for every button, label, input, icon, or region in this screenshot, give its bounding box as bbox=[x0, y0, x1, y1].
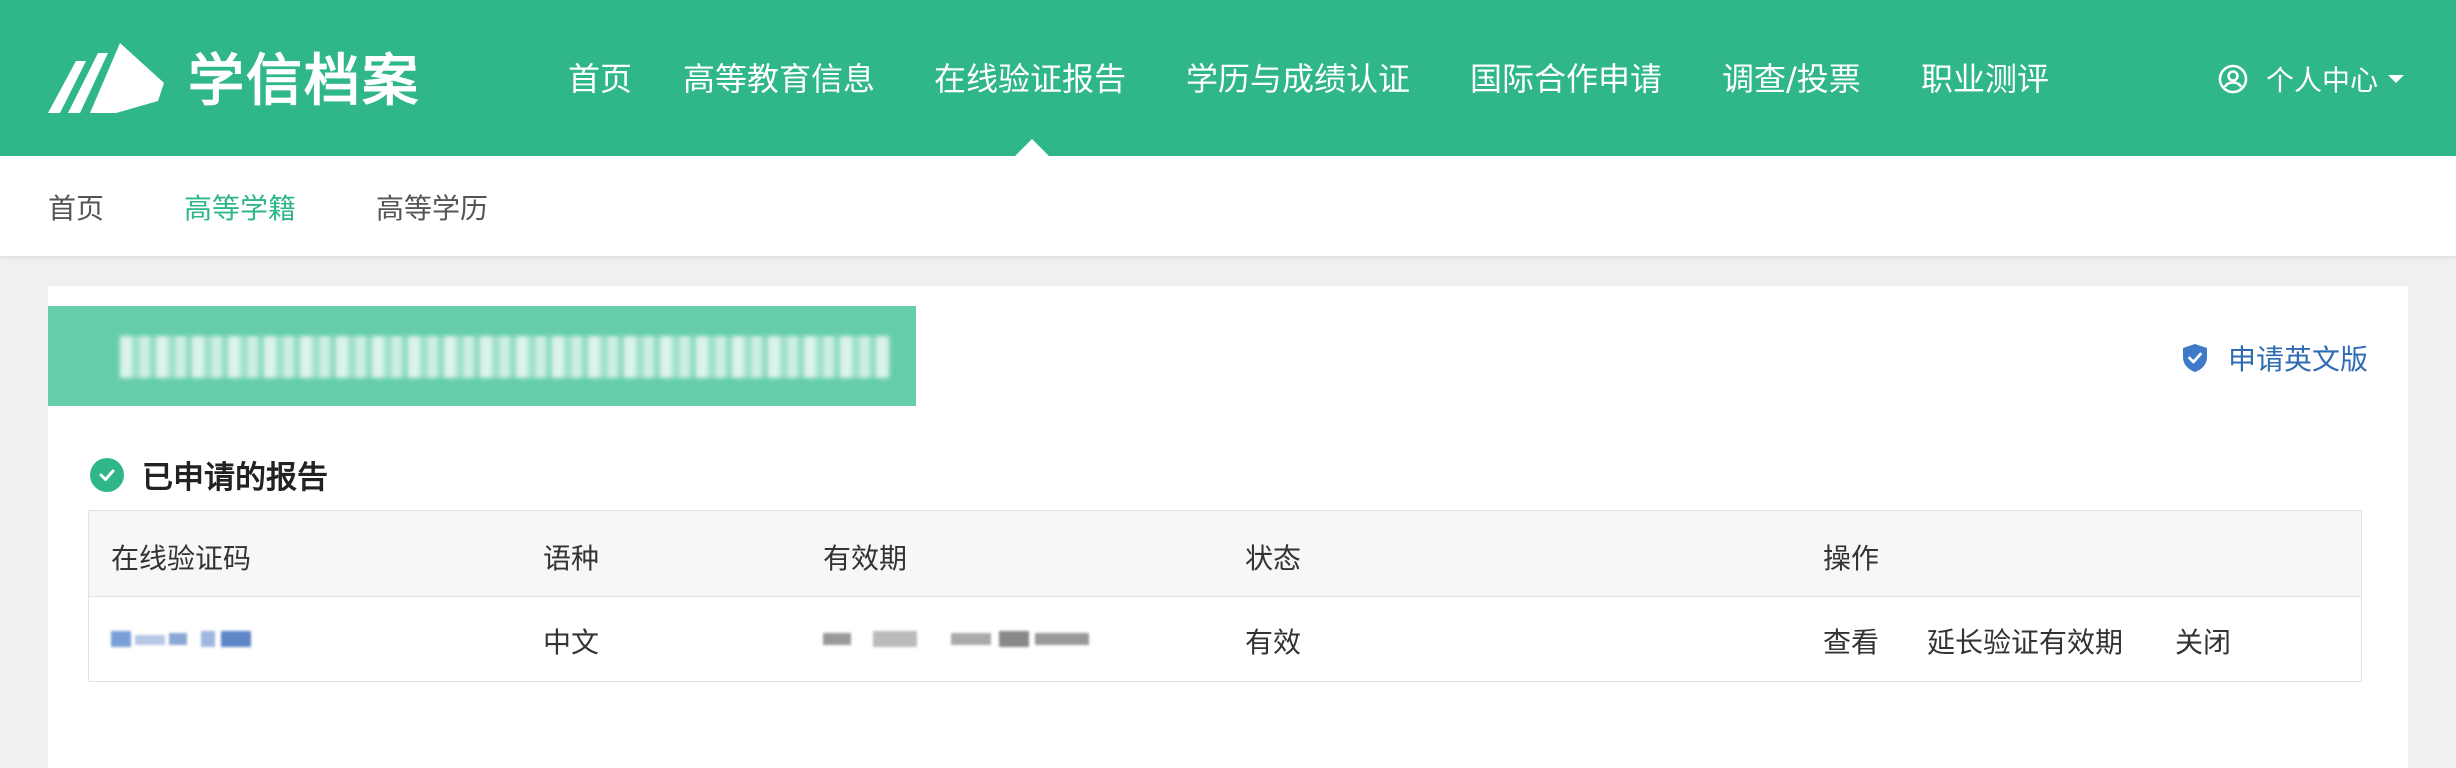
header-actions: 操作 bbox=[1823, 542, 1880, 575]
apply-english-button[interactable]: 申请英文版 bbox=[2182, 338, 2368, 378]
shield-check-icon bbox=[2182, 344, 2207, 372]
top-navbar: 学信档案 首页 高等教育信息 在线验证报告 学历与成绩认证 国际合作申请 调查/… bbox=[0, 0, 2456, 156]
user-info-banner bbox=[48, 306, 916, 406]
close-link[interactable]: 关闭 bbox=[2175, 621, 2231, 661]
redacted-verification-code bbox=[111, 629, 261, 649]
cell-status: 有效 bbox=[1245, 626, 1302, 659]
subnav-item-higher-enrollment[interactable]: 高等学籍 bbox=[184, 187, 296, 227]
header-validity-period: 有效期 bbox=[823, 542, 908, 575]
subnav-item-home[interactable]: 首页 bbox=[48, 187, 104, 227]
subnav-item-higher-degree[interactable]: 高等学历 bbox=[376, 187, 488, 227]
user-icon bbox=[2218, 64, 2248, 94]
header-status: 状态 bbox=[1245, 542, 1302, 575]
nav-item-degree-transcript-certification[interactable]: 学历与成绩认证 bbox=[1186, 54, 1410, 100]
nav-item-career-assessment[interactable]: 职业测评 bbox=[1921, 54, 2049, 100]
cell-language: 中文 bbox=[543, 626, 600, 659]
nav-item-survey-vote[interactable]: 调查/投票 bbox=[1722, 54, 1861, 100]
logo[interactable]: 学信档案 bbox=[46, 36, 420, 116]
extend-validity-link[interactable]: 延长验证有效期 bbox=[1927, 621, 2123, 661]
section-title: 已申请的报告 bbox=[90, 452, 328, 497]
redacted-validity-period bbox=[823, 629, 1093, 649]
nav-item-home[interactable]: 首页 bbox=[568, 54, 632, 100]
section-title-text: 已申请的报告 bbox=[142, 460, 328, 496]
nav-item-international-cooperation[interactable]: 国际合作申请 bbox=[1470, 54, 1662, 100]
nav-item-online-verification-report[interactable]: 在线验证报告 bbox=[934, 54, 1126, 100]
apply-english-label: 申请英文版 bbox=[2227, 343, 2368, 376]
nav-item-higher-education-info[interactable]: 高等教育信息 bbox=[683, 54, 875, 100]
check-circle-icon bbox=[90, 457, 124, 492]
redacted-user-info bbox=[120, 336, 890, 378]
sub-nav: 首页 高等学籍 高等学历 bbox=[0, 156, 2456, 256]
reports-table: 在线验证码 语种 有效期 状态 操作 中文 有效 查看 延长验证有效期 关闭 bbox=[88, 510, 2362, 682]
table-header: 在线验证码 语种 有效期 状态 操作 bbox=[89, 511, 2361, 597]
active-nav-indicator bbox=[1015, 139, 1049, 156]
user-center-label: 个人中心 bbox=[2266, 64, 2379, 97]
logo-icon bbox=[48, 43, 164, 113]
view-link[interactable]: 查看 bbox=[1823, 621, 1879, 661]
header-language: 语种 bbox=[543, 542, 600, 575]
header-verification-code: 在线验证码 bbox=[111, 542, 252, 575]
report-card: 申请英文版 已申请的报告 在线验证码 语种 有效期 状态 操作 中文 有效 查看… bbox=[48, 286, 2408, 768]
chevron-down-icon bbox=[2388, 75, 2405, 83]
user-center-menu[interactable]: 个人中心 bbox=[2218, 59, 2405, 99]
logo-text: 学信档案 bbox=[188, 48, 420, 114]
